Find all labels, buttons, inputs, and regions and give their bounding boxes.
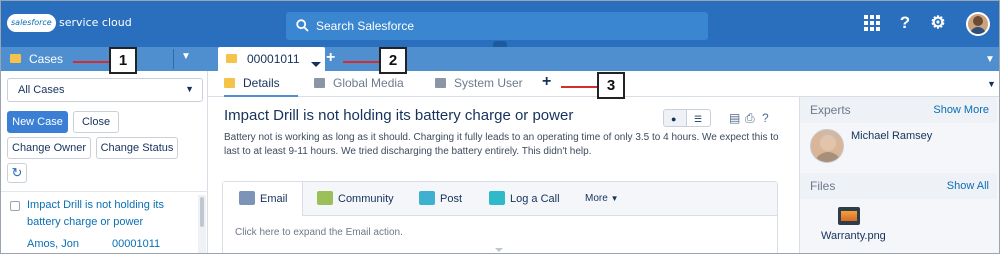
record-checkbox[interactable]	[10, 201, 20, 211]
chat-icon: ●	[671, 114, 677, 124]
change-status-button[interactable]: Change Status	[96, 137, 178, 159]
image-file-icon[interactable]	[838, 207, 860, 225]
list-icon: ☰	[694, 114, 703, 124]
publisher-tab-label: Email	[260, 193, 288, 205]
chevron-down-icon: ▼	[610, 194, 619, 203]
callout-1: 1	[109, 47, 137, 74]
publisher-tab-log-a-call[interactable]: Log a Call	[489, 191, 560, 205]
search-placeholder: Search Salesforce	[316, 19, 415, 33]
list-scrollbar[interactable]	[198, 195, 206, 253]
feed-view-button[interactable]: ●	[663, 109, 687, 127]
record-tab-label: 00001011	[247, 52, 300, 66]
callout-line-1	[73, 61, 109, 63]
publisher-tabs: Email Community Post Log a Call More ▼	[223, 182, 777, 216]
new-case-button[interactable]: New Case	[7, 111, 68, 133]
chevron-down-icon[interactable]: ▼	[985, 54, 995, 65]
salesforce-logo: salesforce	[7, 14, 56, 32]
add-subtab-icon[interactable]: +	[542, 73, 551, 91]
callout-3: 3	[597, 72, 625, 99]
global-header: salesforce service cloud Search Salesfor…	[1, 1, 999, 47]
publisher-grip[interactable]	[495, 248, 503, 252]
change-owner-button[interactable]: Change Owner	[7, 137, 91, 159]
print-icon[interactable]: ⎙	[745, 111, 755, 126]
callout-line-3	[561, 86, 597, 88]
media-icon	[314, 78, 325, 88]
help-icon[interactable]: ?	[762, 111, 769, 125]
show-all-link[interactable]: Show All	[947, 180, 989, 192]
help-icon[interactable]: ?	[896, 14, 914, 32]
cases-tab-label: Cases	[29, 52, 64, 66]
app-name: service cloud	[59, 16, 132, 29]
community-icon	[317, 191, 333, 205]
file-name[interactable]: Warranty.png	[821, 230, 886, 242]
subtab-global-media[interactable]: Global Media	[314, 76, 404, 90]
publisher-tab-label: Post	[440, 193, 463, 205]
add-tab-icon[interactable]: +	[326, 49, 335, 67]
case-number-link[interactable]: 00001011	[112, 238, 160, 250]
experts-title: Experts	[810, 103, 851, 117]
publisher-tab-email[interactable]: Email	[223, 182, 303, 216]
user-icon	[435, 78, 446, 88]
subtab-label: Global Media	[333, 76, 404, 90]
search-icon	[296, 19, 309, 32]
case-subject-link[interactable]: Impact Drill is not holding its battery …	[27, 197, 197, 231]
chevron-down-icon[interactable]: ▼	[987, 79, 996, 89]
subtab-label: Details	[243, 76, 280, 90]
case-description: Battery not is working as long as it sho…	[224, 132, 779, 157]
cases-list-pane: Cases ▼ All Cases ▼ New Case Close Chang…	[1, 47, 208, 253]
subtab-label: System User	[454, 76, 523, 90]
layout-icon[interactable]: ▤	[729, 111, 740, 125]
more-label: More	[585, 193, 608, 204]
close-button[interactable]: Close	[73, 111, 119, 133]
callout-2: 2	[379, 47, 407, 74]
publisher-tab-label: Community	[338, 193, 394, 205]
divider	[1, 191, 208, 192]
experts-header: Experts Show More	[800, 97, 997, 123]
refresh-icon[interactable]: ↻	[7, 163, 27, 183]
expand-email-action[interactable]: Click here to expand the Email action.	[235, 227, 403, 238]
subtab-system-user[interactable]: System User	[435, 76, 523, 90]
expert-name[interactable]: Michael Ramsey	[851, 130, 932, 142]
tab-case-00001011[interactable]: 00001011	[218, 47, 325, 71]
publisher-tab-label: Log a Call	[510, 193, 560, 205]
case-title: Impact Drill is not holding its battery …	[224, 107, 574, 124]
avatar[interactable]	[966, 12, 990, 36]
chevron-down-icon[interactable]	[311, 62, 321, 67]
subtab-details[interactable]: Details	[224, 76, 298, 97]
files-header: Files Show All	[800, 173, 997, 199]
case-detail-panel: Impact Drill is not holding its battery …	[208, 97, 794, 253]
post-icon	[419, 191, 435, 205]
right-sidebar: Experts Show More Michael Ramsey Files S…	[799, 97, 999, 253]
show-more-link[interactable]: Show More	[933, 104, 989, 116]
gear-icon[interactable]: ⚙	[929, 14, 947, 32]
email-icon	[239, 191, 255, 205]
list-view-button[interactable]: ☰	[686, 109, 711, 127]
files-title: Files	[810, 179, 836, 193]
case-folder-icon	[226, 54, 237, 63]
call-icon	[489, 191, 505, 205]
chevron-down-icon[interactable]: ▼	[181, 51, 191, 62]
list-view-value: All Cases	[18, 84, 65, 96]
chevron-down-icon: ▼	[185, 84, 194, 94]
case-folder-icon	[224, 78, 235, 88]
publisher-tab-community[interactable]: Community	[317, 191, 394, 205]
callout-line-2	[343, 61, 379, 63]
app-launcher-icon[interactable]	[863, 14, 881, 32]
global-search-input[interactable]: Search Salesforce	[286, 12, 708, 40]
publisher: Email Community Post Log a Call More ▼ C…	[222, 181, 778, 253]
cases-folder-icon	[10, 54, 21, 63]
expert-avatar[interactable]	[810, 129, 844, 163]
service-console: salesforce service cloud Search Salesfor…	[0, 0, 1000, 254]
publisher-more-menu[interactable]: More ▼	[585, 193, 619, 204]
list-view-select[interactable]: All Cases ▼	[7, 78, 203, 102]
tab-separator	[173, 49, 174, 69]
workspace-tab-strip: 00001011 + ▼	[208, 47, 999, 71]
cases-nav-tab[interactable]: Cases ▼	[1, 47, 208, 71]
publisher-tab-post[interactable]: Post	[419, 191, 462, 205]
case-owner-link[interactable]: Amos, Jon	[27, 238, 79, 250]
